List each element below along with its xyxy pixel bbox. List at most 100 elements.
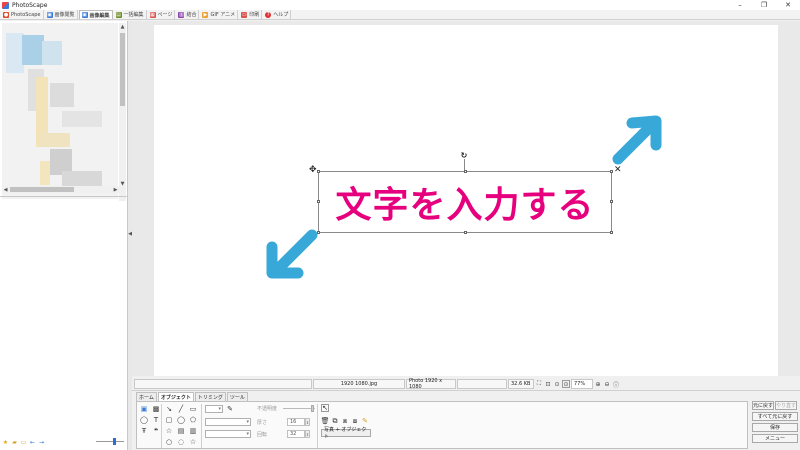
info-icon[interactable]: ⓘ <box>612 380 620 389</box>
redo-button[interactable]: やり直す <box>775 401 797 410</box>
photo-object-icon[interactable]: ▣ <box>140 405 148 413</box>
spinner-arrows-icon[interactable]: ⇕ <box>305 418 310 426</box>
note-icon[interactable]: ▥ <box>189 427 197 435</box>
eyedropper-icon[interactable]: ✎ <box>226 405 234 413</box>
tab-help[interactable]: ? ヘルプ <box>263 10 292 19</box>
resize-handle[interactable] <box>610 200 613 203</box>
scrollbar-thumb[interactable] <box>120 33 125 106</box>
delete-icon[interactable]: 🗑 <box>321 417 330 425</box>
text-icon[interactable]: T <box>152 416 160 424</box>
polygon-icon[interactable]: ⬠ <box>189 416 197 424</box>
resize-handle[interactable] <box>317 170 320 173</box>
delete-object-icon[interactable]: ✕ <box>614 166 622 175</box>
opacity-slider[interactable] <box>283 405 315 412</box>
pattern-combo[interactable]: ▾ <box>205 430 251 438</box>
status-spacer <box>134 379 312 389</box>
tab-tools[interactable]: ツール <box>226 392 248 401</box>
zoom-fit-icon[interactable]: ⊙ <box>553 380 561 388</box>
star-icon[interactable]: ☆ <box>189 438 197 446</box>
folder-horizontal-scrollbar[interactable]: ◀ ▶ <box>2 186 119 193</box>
tab-editor[interactable]: ▣ 画像編集 <box>78 10 113 19</box>
rounded-rectangle-icon[interactable]: ▢ <box>165 416 173 424</box>
photo-plus-object-button[interactable]: 写真 + オブジェクト <box>321 427 371 440</box>
zoom-out-icon[interactable]: ⊖ <box>603 380 611 388</box>
resize-handle[interactable] <box>610 231 613 234</box>
arrow-line-icon[interactable]: ↘ <box>165 405 173 413</box>
scrollbar-thumb[interactable] <box>10 187 74 192</box>
text-object-selection[interactable]: 文字を入力する <box>317 170 613 234</box>
circle-small-icon[interactable]: ○ <box>165 438 173 446</box>
thumbnail-size-slider[interactable] <box>96 438 124 445</box>
tab-combine[interactable]: ▥ 結合 <box>176 10 200 19</box>
scroll-down-icon[interactable]: ▼ <box>119 180 126 187</box>
forward-arrow-icon[interactable]: → <box>38 439 45 446</box>
tab-home[interactable]: ホーム <box>136 392 157 401</box>
select-cursor-icon[interactable]: ↖ <box>321 404 329 412</box>
resize-handle[interactable] <box>610 170 613 173</box>
copy-icon[interactable]: ⧉ <box>331 417 339 425</box>
slider-knob[interactable] <box>113 438 116 445</box>
star-outline-icon[interactable]: ☆ <box>165 427 173 435</box>
image-canvas[interactable]: ↻ ✥ ✕ 文字を入力する <box>154 25 778 376</box>
back-arrow-icon[interactable]: ← <box>29 439 36 446</box>
folder-icon[interactable]: ▭ <box>20 439 27 446</box>
tab-print[interactable]: ▭ 印刷 <box>239 10 263 19</box>
tab-label: ページ <box>157 12 173 18</box>
arrow-down-left-icon[interactable] <box>264 225 324 281</box>
zoom-fill-icon[interactable]: ⊙ <box>562 380 570 388</box>
save-button[interactable]: 保存 <box>752 423 798 432</box>
canvas-text-object[interactable]: 文字を入力する <box>319 172 611 232</box>
favorite-folder-icon[interactable]: ▰ <box>11 439 18 446</box>
tab-object[interactable]: オブジェクト <box>157 392 194 401</box>
fit-to-window-icon[interactable]: ⛶ <box>535 380 543 388</box>
rectangle-icon[interactable]: ▭ <box>189 405 197 413</box>
scroll-up-icon[interactable]: ▲ <box>119 23 126 30</box>
slider-knob[interactable] <box>311 405 314 412</box>
spinner-arrows-icon[interactable]: ⇕ <box>305 430 310 438</box>
speech-bubble-icon[interactable]: ◯ <box>140 416 148 424</box>
combine-icon: ▥ <box>178 11 185 18</box>
thickness-spinner[interactable]: 16 <box>287 418 305 426</box>
menu-button[interactable]: メニュー <box>752 434 798 443</box>
photo-frame-icon[interactable]: ▩ <box>152 405 160 413</box>
thickness-label: 厚さ <box>257 420 268 426</box>
close-button[interactable]: ✕ <box>776 0 800 10</box>
undo-button[interactable]: 元に戻す <box>752 401 774 410</box>
favorite-star-icon[interactable]: ★ <box>2 439 9 446</box>
scroll-right-icon[interactable]: ▶ <box>112 186 119 193</box>
tab-page[interactable]: ▦ ページ <box>148 10 176 19</box>
color-combo[interactable]: ▾ <box>205 418 251 426</box>
line-icon[interactable]: ╱ <box>177 405 185 413</box>
image-block-icon[interactable]: ▤ <box>177 427 185 435</box>
resize-handle[interactable] <box>464 170 467 173</box>
tab-gif[interactable]: ▶ GIF アニメ <box>200 10 239 19</box>
tab-batch[interactable]: ▤ 一括編集 <box>114 10 147 19</box>
rotate-handle-icon[interactable]: ↻ <box>460 151 468 160</box>
tab-photoscape[interactable]: ● PhotoScape <box>1 10 44 19</box>
tab-viewer[interactable]: ▣ 画像閲覧 <box>45 10 78 19</box>
resize-handle[interactable] <box>317 200 320 203</box>
ellipse-icon[interactable]: ◯ <box>177 416 185 424</box>
tab-crop[interactable]: トリミング <box>194 392 226 401</box>
resize-handle[interactable] <box>317 231 320 234</box>
line-style-combo[interactable]: ▾ <box>205 405 223 413</box>
minimize-button[interactable]: – <box>728 0 752 10</box>
rounding-spinner[interactable]: 32 <box>287 430 305 438</box>
actual-size-icon[interactable]: ⊡ <box>544 380 552 388</box>
zoom-in-icon[interactable]: ⊕ <box>594 380 602 388</box>
text-format-icon[interactable]: Ŧ <box>140 427 148 435</box>
send-back-icon[interactable]: ⧇ <box>351 417 359 425</box>
blurred-tile <box>62 171 102 187</box>
resize-handle[interactable] <box>464 231 467 234</box>
scroll-left-icon[interactable]: ◀ <box>2 186 9 193</box>
arrow-up-right-icon[interactable] <box>608 113 668 169</box>
quote-icon[interactable]: ❝ <box>152 427 160 435</box>
move-icon[interactable]: ✥ <box>309 166 317 175</box>
bring-forward-icon[interactable]: ⧈ <box>341 417 349 425</box>
folder-vertical-scrollbar[interactable]: ▲ ▼ <box>119 23 126 201</box>
editor-icon: ▣ <box>81 12 88 18</box>
stamp-icon[interactable]: ✎ <box>361 417 369 425</box>
circle-fill-icon[interactable]: ◌ <box>177 438 185 446</box>
maximize-button[interactable]: ❐ <box>752 0 776 10</box>
undo-all-button[interactable]: すべて元に戻す <box>752 412 798 421</box>
